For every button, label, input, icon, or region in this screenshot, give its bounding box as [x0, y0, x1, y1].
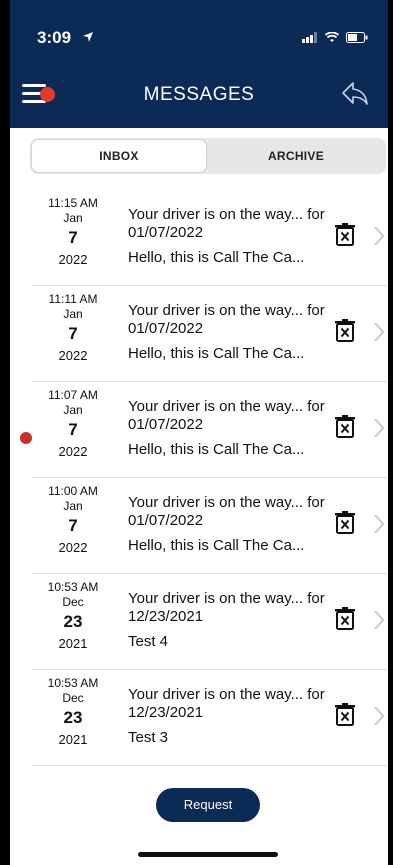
message-text: Your driver is on the way... for 01/07/2… — [128, 494, 328, 555]
message-time: 11:15 AM — [48, 196, 98, 210]
message-title: Your driver is on the way... for 01/07/2… — [128, 494, 325, 529]
message-year: 2022 — [58, 444, 88, 459]
inbox-archive-toggle: INBOX ARCHIVE — [30, 138, 386, 174]
message-date: 11:11 AM Jan 7 2022 — [32, 292, 114, 365]
message-month: Jan — [63, 211, 83, 225]
chevron-right-icon[interactable] — [372, 225, 386, 247]
chevron-right-icon[interactable] — [372, 417, 386, 439]
tab-inbox[interactable]: INBOX — [32, 140, 206, 172]
message-month: Dec — [62, 691, 84, 705]
message-preview: Hello, this is Call The Ca... — [128, 441, 305, 458]
delete-icon[interactable] — [335, 223, 355, 247]
unread-indicator — [20, 432, 32, 444]
tab-archive[interactable]: ARCHIVE — [208, 140, 384, 172]
message-date: 10:53 AM Dec 23 2021 — [32, 580, 114, 653]
message-time: 10:53 AM — [47, 580, 99, 594]
message-text: Your driver is on the way... for 01/07/2… — [128, 398, 328, 459]
delete-icon[interactable] — [335, 511, 355, 535]
message-year: 2021 — [58, 636, 88, 651]
message-list: 11:15 AM Jan 7 2022 Your driver is on th… — [10, 190, 388, 766]
message-time: 11:07 AM — [48, 388, 98, 402]
message-preview: Test 4 — [128, 633, 169, 650]
message-title: Your driver is on the way... for 12/23/2… — [128, 590, 325, 625]
chevron-right-icon[interactable] — [372, 513, 386, 535]
message-month: Jan — [63, 307, 83, 321]
message-day: 23 — [63, 612, 83, 631]
message-row[interactable]: 10:53 AM Dec 23 2021 Your driver is on t… — [32, 574, 388, 670]
message-time: 11:11 AM — [48, 292, 98, 306]
page-title: MESSAGES — [143, 84, 255, 105]
status-time: 3:09 — [37, 28, 72, 47]
message-year: 2022 — [58, 252, 88, 267]
message-title: Your driver is on the way... for 01/07/2… — [128, 206, 325, 241]
request-button[interactable]: Request — [156, 788, 260, 822]
app-screen: 3:09 MESSAGES INBOX ARCHIVE 11:15 AM Jan… — [10, 0, 388, 865]
home-indicator — [138, 852, 278, 857]
message-date: 10:53 AM Dec 23 2021 — [32, 676, 114, 749]
message-title: Your driver is on the way... for 01/07/2… — [128, 398, 325, 433]
message-title: Your driver is on the way... for 01/07/2… — [128, 302, 325, 337]
signal-icon — [302, 31, 317, 43]
message-text: Your driver is on the way... for 01/07/2… — [128, 302, 328, 363]
share-back-icon[interactable] — [340, 78, 370, 108]
message-year: 2022 — [58, 348, 88, 363]
message-row[interactable]: 10:53 AM Dec 23 2021 Your driver is on t… — [32, 670, 388, 766]
message-preview: Hello, this is Call The Ca... — [128, 249, 305, 266]
message-preview: Test 3 — [128, 729, 169, 746]
message-day: 7 — [68, 228, 78, 247]
battery-icon — [346, 31, 368, 43]
chevron-right-icon[interactable] — [372, 609, 386, 631]
message-date: 11:00 AM Jan 7 2022 — [32, 484, 114, 557]
message-preview: Hello, this is Call The Ca... — [128, 345, 305, 362]
message-month: Dec — [62, 595, 84, 609]
message-row[interactable]: 11:15 AM Jan 7 2022 Your driver is on th… — [32, 190, 388, 286]
message-time: 11:00 AM — [48, 484, 98, 498]
message-date: 11:07 AM Jan 7 2022 — [32, 388, 114, 461]
message-date: 11:15 AM Jan 7 2022 — [32, 196, 114, 269]
message-preview: Hello, this is Call The Ca... — [128, 537, 305, 554]
message-row[interactable]: 11:00 AM Jan 7 2022 Your driver is on th… — [32, 478, 388, 574]
message-row[interactable]: 11:11 AM Jan 7 2022 Your driver is on th… — [32, 286, 388, 382]
chevron-right-icon[interactable] — [372, 321, 386, 343]
delete-icon[interactable] — [335, 703, 355, 727]
message-text: Your driver is on the way... for 12/23/2… — [128, 590, 328, 651]
message-time: 10:53 AM — [47, 676, 99, 690]
message-text: Your driver is on the way... for 01/07/2… — [128, 206, 328, 267]
message-month: Jan — [63, 499, 83, 513]
message-text: Your driver is on the way... for 12/23/2… — [128, 686, 328, 747]
delete-icon[interactable] — [335, 415, 355, 439]
location-arrow-icon — [83, 32, 93, 42]
delete-icon[interactable] — [335, 319, 355, 343]
message-title: Your driver is on the way... for 12/23/2… — [128, 686, 325, 721]
chevron-right-icon[interactable] — [372, 705, 386, 727]
message-row[interactable]: 11:07 AM Jan 7 2022 Your driver is on th… — [20, 382, 388, 478]
message-month: Jan — [63, 403, 83, 417]
top-bar: 3:09 MESSAGES — [10, 0, 388, 128]
message-day: 7 — [68, 516, 78, 535]
message-year: 2022 — [58, 540, 88, 555]
message-day: 7 — [68, 324, 78, 343]
wifi-icon — [325, 31, 339, 42]
message-day: 23 — [63, 708, 83, 727]
delete-icon[interactable] — [335, 607, 355, 631]
message-day: 7 — [68, 420, 78, 439]
status-icons — [302, 28, 368, 46]
message-year: 2021 — [58, 732, 88, 747]
